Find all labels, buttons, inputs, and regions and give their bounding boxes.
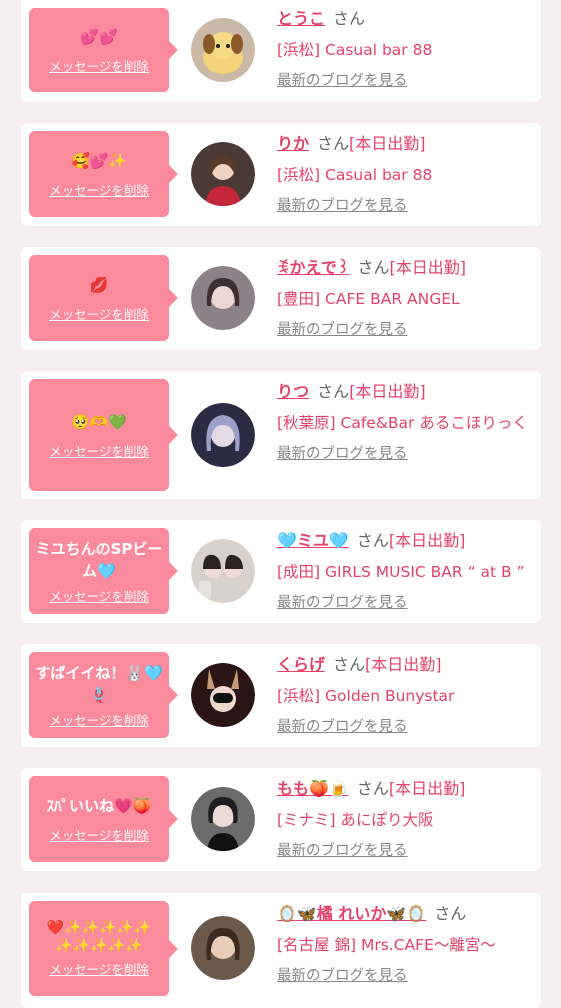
message-card: 💕💕 メッセージを削除 とうこ さん [浜松] Casual bar 88 最新の…	[21, 0, 541, 102]
cast-name-link[interactable]: もも🍑🍺	[277, 779, 349, 798]
shop-name: [豊田] CAFE BAR ANGEL	[277, 290, 460, 308]
card-info: りつ さん[本日出勤] [秋葉原] Cafe&Bar あるこほりっく 最新のブログ…	[277, 381, 535, 463]
card-info: とうこ さん [浜松] Casual bar 88 最新のブログを見る	[277, 8, 535, 90]
message-bubble: 💋 メッセージを削除	[29, 255, 178, 341]
cast-name-link[interactable]: りつ	[277, 382, 309, 401]
delete-message-link[interactable]: メッセージを削除	[49, 710, 149, 729]
message-card: ❤️✨✨✨✨✨✨✨✨✨✨ メッセージを削除 🪞🦋橘 れいか🦋🪞 さん [名古屋 錦…	[21, 893, 541, 1008]
avatar[interactable]	[191, 787, 255, 851]
message-bubble: 🥰💕✨ メッセージを削除	[29, 131, 178, 217]
shop-name: [ミナミ] あにぽり大阪	[277, 811, 434, 829]
delete-message-link[interactable]: メッセージを削除	[49, 586, 149, 605]
card-info: 🪞🦋橘 れいか🦋🪞 さん [名古屋 錦] Mrs.CAFE〜離宮〜 最新のブログを…	[277, 903, 535, 985]
message-text: すばイイね！🐰🩵🪢	[35, 663, 163, 704]
honorific: さん	[356, 779, 389, 798]
message-text: 🥺🫶💚	[70, 412, 128, 431]
message-bubble: すばイイね！🐰🩵🪢 メッセージを削除	[29, 652, 178, 738]
message-card: ミユちんのSPビーム🩵 メッセージを削除 🩵ミユ🩵 さん[本日出勤] [成田] G…	[21, 520, 541, 623]
avatar[interactable]	[191, 539, 255, 603]
work-status: [本日出勤]	[389, 258, 467, 277]
latest-blog-link[interactable]: 最新のブログを見る	[277, 839, 408, 860]
latest-blog-link[interactable]: 最新のブログを見る	[277, 69, 408, 90]
delete-message-link[interactable]: メッセージを削除	[49, 180, 149, 199]
honorific: さん	[434, 904, 467, 923]
message-bubble: 🥺🫶💚 メッセージを削除	[29, 379, 178, 491]
honorific: さん	[356, 531, 389, 550]
delete-message-link[interactable]: メッセージを削除	[49, 304, 149, 323]
cast-name-link[interactable]: とうこ	[277, 9, 325, 28]
delete-message-link[interactable]: メッセージを削除	[49, 825, 149, 844]
avatar[interactable]	[191, 916, 255, 980]
message-text: ｽﾊﾟいいね💗🍑	[46, 796, 152, 815]
latest-blog-link[interactable]: 最新のブログを見る	[277, 964, 408, 985]
work-status: [本日出勤]	[388, 531, 466, 550]
message-bubble: ｽﾊﾟいいね💗🍑 メッセージを削除	[29, 776, 178, 862]
avatar[interactable]	[191, 403, 255, 467]
work-status: [本日出勤]	[349, 134, 426, 153]
avatar[interactable]	[191, 18, 255, 82]
latest-blog-link[interactable]: 最新のブログを見る	[277, 591, 408, 612]
shop-name: [浜松] Casual bar 88	[277, 166, 433, 184]
message-card: ｽﾊﾟいいね💗🍑 メッセージを削除 もも🍑🍺 さん[本日出勤] [ミナミ] あにぽ…	[21, 768, 541, 871]
shop-name: [成田] GIRLS MUSIC BAR “ at B ”	[277, 563, 525, 581]
message-card: 🥺🫶💚 メッセージを削除 りつ さん[本日出勤] [秋葉原] Cafe&Bar あ…	[21, 371, 541, 499]
latest-blog-link[interactable]: 最新のブログを見る	[277, 318, 408, 339]
honorific: さん	[317, 382, 350, 401]
work-status: [本日出勤]	[349, 382, 426, 401]
message-bubble: ミユちんのSPビーム🩵 メッセージを削除	[29, 528, 178, 614]
delete-message-link[interactable]: メッセージを削除	[49, 959, 149, 978]
message-bubble: 💕💕 メッセージを削除	[29, 8, 178, 92]
cast-name-link[interactable]: りか	[277, 134, 309, 153]
card-info: もも🍑🍺 さん[本日出勤] [ミナミ] あにぽり大阪 最新のブログを見る	[277, 778, 535, 860]
delete-message-link[interactable]: メッセージを削除	[49, 56, 149, 75]
message-text: 🥰💕✨	[70, 151, 128, 170]
cast-name-link[interactable]: 🩵ミユ🩵	[277, 531, 349, 550]
shop-name: [浜松] Golden Bunystar	[277, 687, 455, 705]
avatar[interactable]	[191, 142, 255, 206]
message-card: すばイイね！🐰🩵🪢 メッセージを削除 くらげ さん[本日出勤] [浜松] Gold…	[21, 644, 541, 747]
avatar[interactable]	[191, 663, 255, 727]
message-text: ❤️✨✨✨✨✨✨✨✨✨✨	[46, 920, 152, 954]
shop-name: [浜松] Casual bar 88	[277, 41, 433, 59]
cast-name-link[interactable]: 🪞🦋橘 れいか🦋🪞	[277, 904, 426, 923]
cast-name-link[interactable]: ꉂかえで꒱	[277, 258, 350, 277]
honorific: さん	[357, 258, 390, 277]
latest-blog-link[interactable]: 最新のブログを見る	[277, 194, 408, 215]
shop-name: [秋葉原] Cafe&Bar あるこほりっく	[277, 414, 528, 432]
message-text: 💕💕	[80, 27, 118, 46]
card-info: くらげ さん[本日出勤] [浜松] Golden Bunystar 最新のブログを…	[277, 654, 535, 736]
delete-message-link[interactable]: メッセージを削除	[49, 441, 149, 460]
message-card: 🥰💕✨ メッセージを削除 りか さん[本日出勤] [浜松] Casual bar …	[21, 123, 541, 226]
cast-name-link[interactable]: くらげ	[277, 655, 325, 674]
latest-blog-link[interactable]: 最新のブログを見る	[277, 715, 408, 736]
card-info: りか さん[本日出勤] [浜松] Casual bar 88 最新のブログを見る	[277, 133, 535, 215]
shop-name: [名古屋 錦] Mrs.CAFE〜離宮〜	[277, 936, 496, 954]
message-card: 💋 メッセージを削除 ꉂかえで꒱ さん[本日出勤] [豊田] CAFE BAR A…	[21, 247, 541, 350]
work-status: [本日出勤]	[388, 779, 466, 798]
message-text: ミユちんのSPビーム🩵	[35, 539, 163, 580]
latest-blog-link[interactable]: 最新のブログを見る	[277, 442, 408, 463]
card-info: 🩵ミユ🩵 さん[本日出勤] [成田] GIRLS MUSIC BAR “ at B…	[277, 530, 535, 612]
honorific: さん	[317, 134, 350, 153]
card-info: ꉂかえで꒱ さん[本日出勤] [豊田] CAFE BAR ANGEL 最新のブログ…	[277, 257, 535, 339]
honorific: さん	[333, 655, 366, 674]
message-bubble: ❤️✨✨✨✨✨✨✨✨✨✨ メッセージを削除	[29, 901, 178, 996]
honorific: さん	[333, 9, 366, 28]
message-text: 💋	[89, 275, 109, 294]
work-status: [本日出勤]	[365, 655, 442, 674]
avatar[interactable]	[191, 266, 255, 330]
